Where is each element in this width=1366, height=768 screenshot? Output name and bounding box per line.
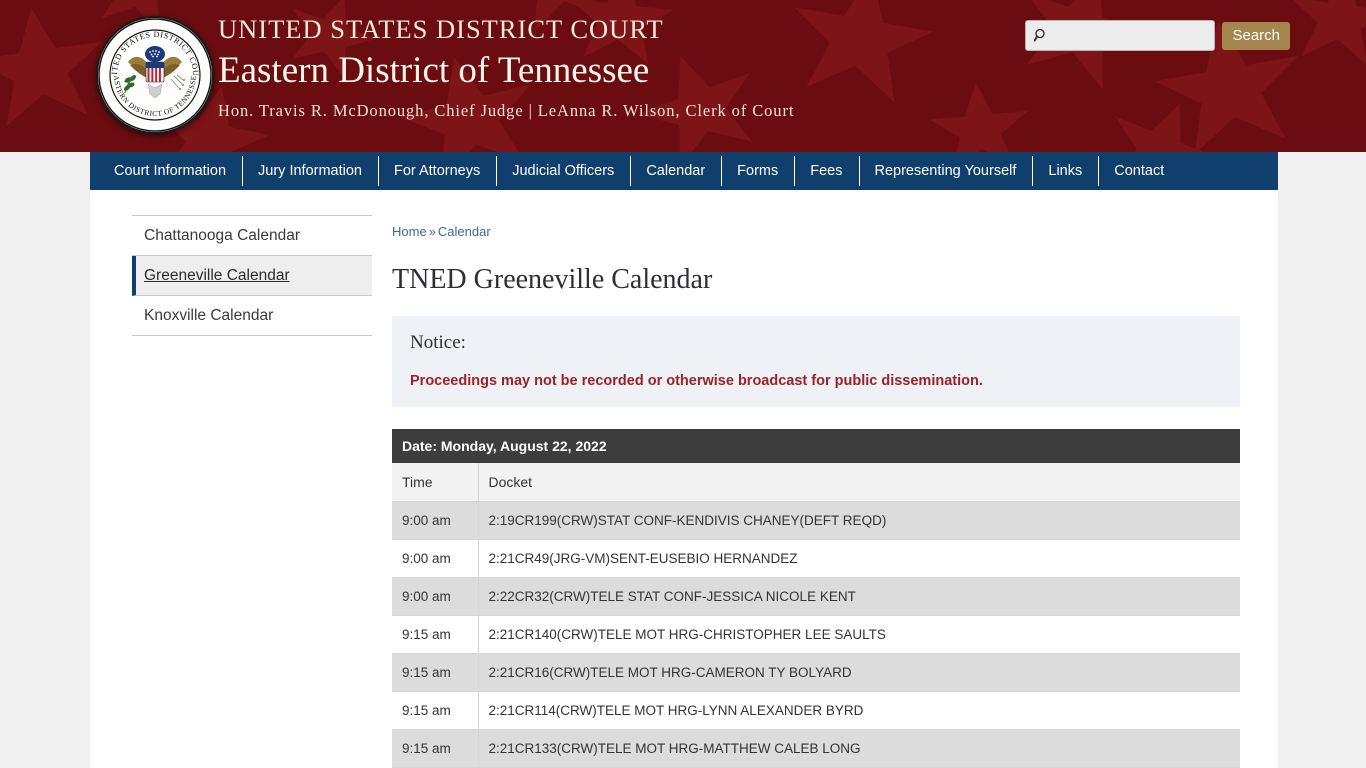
sidebar-item-label: Knoxville Calendar — [144, 306, 274, 324]
cell-time: 9:15 am — [392, 729, 479, 768]
column-header-docket: Docket — [478, 463, 1240, 502]
court-name-line1: UNITED STATES DISTRICT COURT — [218, 14, 664, 44]
cell-docket: 2:21CR114(CRW)TELE MOT HRG-LYNN ALEXANDE… — [478, 691, 1240, 730]
nav-item-court-information[interactable]: Court Information — [90, 152, 243, 190]
nav-item-for-attorneys[interactable]: For Attorneys — [378, 152, 497, 190]
court-seal-icon: UNITED STATES DISTRICT COURT EASTERN DIS… — [96, 16, 214, 134]
court-officials-line: Hon. Travis R. McDonough, Chief Judge | … — [218, 101, 795, 120]
cell-time: 9:15 am — [392, 653, 479, 692]
court-name-line2: Eastern District of Tennessee — [218, 50, 650, 91]
search-icon — [1034, 28, 1049, 44]
table-row: 9:15 am 2:21CR114(CRW)TELE MOT HRG-LYNN … — [392, 691, 1240, 730]
notice-heading: Notice: — [410, 332, 466, 353]
notice-text: Proceedings may not be recorded or other… — [410, 373, 983, 389]
calendar-table: Date: Monday, August 22, 2022 Time Docke… — [392, 429, 1240, 768]
nav-item-calendar[interactable]: Calendar — [630, 152, 722, 190]
nav-item-fees[interactable]: Fees — [794, 152, 859, 190]
table-row: 9:15 am 2:21CR140(CRW)TELE MOT HRG-CHRIS… — [392, 615, 1240, 654]
column-header-time: Time — [392, 463, 479, 502]
sidebar-menu: Chattanooga Calendar Greeneville Calenda… — [132, 215, 372, 336]
cell-time: 9:15 am — [392, 691, 479, 730]
table-row: 9:00 am 2:21CR49(JRG-VM)SENT-EUSEBIO HER… — [392, 539, 1240, 578]
cell-time: 9:00 am — [392, 577, 479, 616]
court-title-block: UNITED STATES DISTRICT COURT Eastern Dis… — [218, 14, 1008, 122]
breadcrumb: Home» Calendar — [392, 224, 1250, 239]
cell-docket: 2:22CR32(CRW)TELE STAT CONF-JESSICA NICO… — [478, 577, 1240, 616]
page: UNITED STATES DISTRICT COURT EASTERN DIS… — [0, 0, 1366, 768]
nav-item-contact[interactable]: Contact — [1098, 152, 1181, 190]
breadcrumb-calendar-link[interactable]: Calendar — [438, 224, 491, 239]
sidebar-item-chattanooga-calendar[interactable]: Chattanooga Calendar — [132, 216, 372, 256]
table-row: 9:15 am 2:21CR133(CRW)TELE MOT HRG-MATTH… — [392, 729, 1240, 768]
notice-box: Notice: Proceedings may not be recorded … — [392, 316, 1240, 407]
search-area: Search — [1025, 20, 1290, 51]
nav-item-representing-yourself[interactable]: Representing Yourself — [858, 152, 1033, 190]
table-header-row: Time Docket — [392, 463, 1240, 502]
page-title: TNED Greeneville Calendar — [392, 264, 713, 295]
table-row: 9:15 am 2:21CR16(CRW)TELE MOT HRG-CAMERO… — [392, 653, 1240, 692]
nav-item-jury-information[interactable]: Jury Information — [242, 152, 378, 190]
calendar-date-caption: Date: Monday, August 22, 2022 — [392, 429, 1240, 463]
site-masthead: UNITED STATES DISTRICT COURT EASTERN DIS… — [0, 0, 1366, 152]
cell-docket: 2:21CR140(CRW)TELE MOT HRG-CHRISTOPHER L… — [478, 615, 1240, 654]
cell-docket: 2:19CR199(CRW)STAT CONF-KENDIVIS CHANEY(… — [478, 501, 1240, 540]
sidebar: Chattanooga Calendar Greeneville Calenda… — [90, 190, 372, 768]
breadcrumb-home-link[interactable]: Home — [392, 224, 427, 239]
cell-time: 9:15 am — [392, 615, 479, 654]
sidebar-item-label: Chattanooga Calendar — [144, 226, 300, 244]
main-content: Home» Calendar TNED Greeneville Calendar … — [370, 190, 1278, 768]
search-input[interactable] — [1049, 21, 1238, 50]
breadcrumb-separator: » — [428, 224, 436, 239]
nav-item-links[interactable]: Links — [1032, 152, 1099, 190]
table-row: 9:00 am 2:19CR199(CRW)STAT CONF-KENDIVIS… — [392, 501, 1240, 540]
search-box[interactable] — [1025, 20, 1238, 51]
nav-item-judicial-officers[interactable]: Judicial Officers — [496, 152, 631, 190]
cell-docket: 2:21CR16(CRW)TELE MOT HRG-CAMERON TY BOL… — [478, 653, 1240, 692]
calendar-table-head: Time Docket — [392, 463, 1240, 502]
cell-time: 9:00 am — [392, 501, 479, 540]
page-body: Chattanooga Calendar Greeneville Calenda… — [90, 190, 1278, 768]
main-navigation: Court Information Jury Information For A… — [90, 152, 1278, 190]
sidebar-item-label: Greeneville Calendar — [144, 266, 290, 284]
sidebar-item-greeneville-calendar[interactable]: Greeneville Calendar — [132, 256, 372, 296]
cell-docket: 2:21CR49(JRG-VM)SENT-EUSEBIO HERNANDEZ — [478, 539, 1240, 578]
calendar-table-body: 9:00 am 2:19CR199(CRW)STAT CONF-KENDIVIS… — [392, 501, 1240, 768]
table-row: 9:00 am 2:22CR32(CRW)TELE STAT CONF-JESS… — [392, 577, 1240, 616]
cell-docket: 2:21CR133(CRW)TELE MOT HRG-MATTHEW CALEB… — [478, 729, 1240, 768]
cell-time: 9:00 am — [392, 539, 479, 578]
nav-item-forms[interactable]: Forms — [721, 152, 795, 190]
sidebar-item-knoxville-calendar[interactable]: Knoxville Calendar — [132, 296, 372, 336]
